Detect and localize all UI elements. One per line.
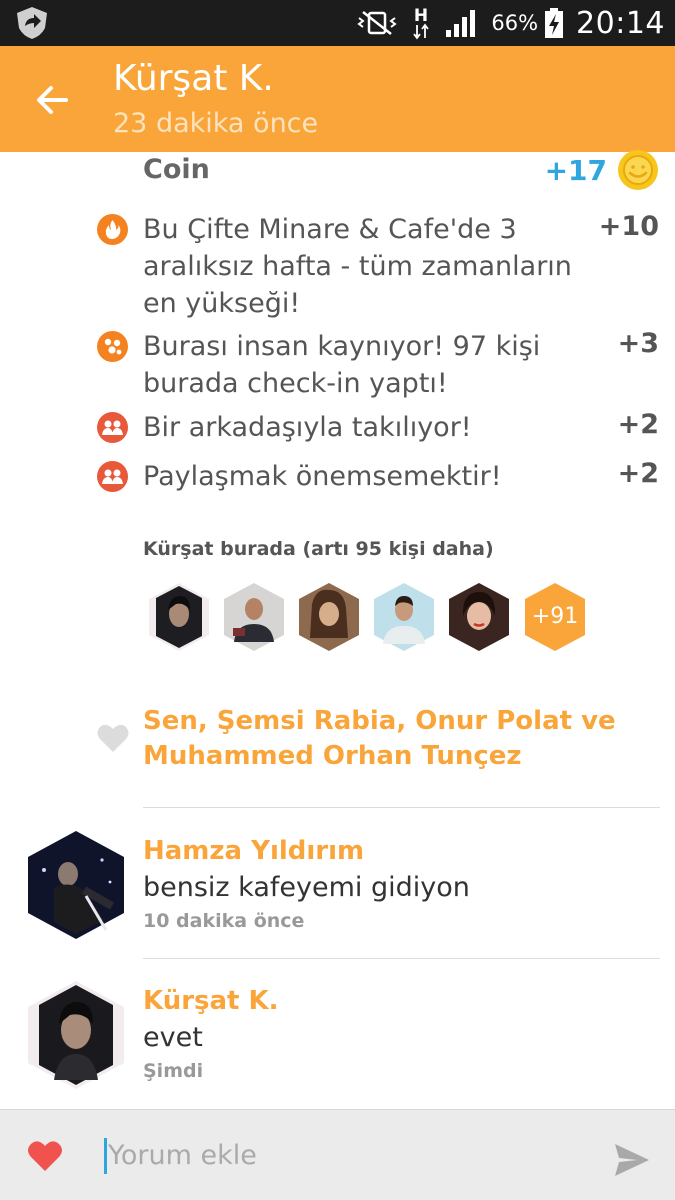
like-heart-icon[interactable] xyxy=(26,1139,64,1173)
vibrate-mute-icon xyxy=(357,11,398,35)
avatar[interactable] xyxy=(446,582,512,652)
bonus-points: +3 xyxy=(617,328,659,359)
avatar[interactable] xyxy=(371,582,437,652)
avatar[interactable] xyxy=(146,582,212,652)
comment-text: evet xyxy=(143,1022,203,1053)
coin-total: +17 xyxy=(544,154,607,187)
app-shield-icon xyxy=(17,7,47,39)
divider xyxy=(143,958,660,959)
network-type-icon: H xyxy=(413,6,430,40)
comment-author[interactable]: Hamza Yıldırım xyxy=(143,836,364,866)
page-subtitle: 23 dakika önce xyxy=(113,108,319,139)
comment-text: bensiz kafeyemi gidiyon xyxy=(143,872,470,903)
likes-text[interactable]: Sen, Şemsi Rabia, Onur Polat ve Muhammed… xyxy=(143,704,653,774)
heart-outline-icon[interactable] xyxy=(96,722,130,754)
crowd-icon xyxy=(97,331,128,362)
bonus-points: +2 xyxy=(617,458,659,489)
coin-label: Coin xyxy=(143,154,210,185)
avatar[interactable] xyxy=(24,980,128,1090)
more-people-badge[interactable]: +91 xyxy=(522,582,588,652)
flame-icon xyxy=(97,214,128,245)
bonus-text: Burası insan kaynıyor! 97 kişi burada ch… xyxy=(143,331,541,399)
comment-time: Şimdi xyxy=(143,1060,204,1082)
app-bar: Kürşat K. 23 dakika önce xyxy=(0,46,675,152)
avatar[interactable] xyxy=(221,582,287,652)
bonus-points: +2 xyxy=(617,409,659,440)
comment-input[interactable] xyxy=(108,1132,578,1178)
battery-percent: 66% xyxy=(491,11,539,35)
avatar[interactable] xyxy=(24,830,128,940)
here-label: Kürşat burada (artı 95 kişi daha) xyxy=(143,538,494,560)
send-icon[interactable] xyxy=(613,1142,651,1178)
bonus-text: Bu Çifte Minare & Cafe'de 3 aralıksız ha… xyxy=(143,214,572,319)
friends-icon xyxy=(97,412,128,443)
network-type-label: H xyxy=(414,6,428,26)
comment-time: 10 dakika önce xyxy=(143,910,305,932)
more-count: +91 xyxy=(531,604,579,629)
bonus-text: Paylaşmak önemsemektir! xyxy=(143,461,502,492)
coin-icon xyxy=(618,150,658,190)
comment-author[interactable]: Kürşat K. xyxy=(143,986,279,1016)
divider xyxy=(143,807,660,808)
avatar[interactable] xyxy=(296,582,362,652)
signal-icon xyxy=(446,10,476,37)
comment-input-bar xyxy=(0,1109,675,1200)
status-bar: H 66% 20:14 xyxy=(0,0,675,46)
friends-icon xyxy=(97,461,128,492)
bonus-points: +10 xyxy=(598,211,659,242)
text-cursor xyxy=(104,1138,107,1174)
bonus-text: Bir arkadaşıyla takılıyor! xyxy=(143,412,472,443)
battery-charging-icon xyxy=(545,8,564,38)
clock: 20:14 xyxy=(576,5,665,41)
back-arrow-icon[interactable] xyxy=(32,80,72,120)
page-title: Kürşat K. xyxy=(113,58,274,99)
